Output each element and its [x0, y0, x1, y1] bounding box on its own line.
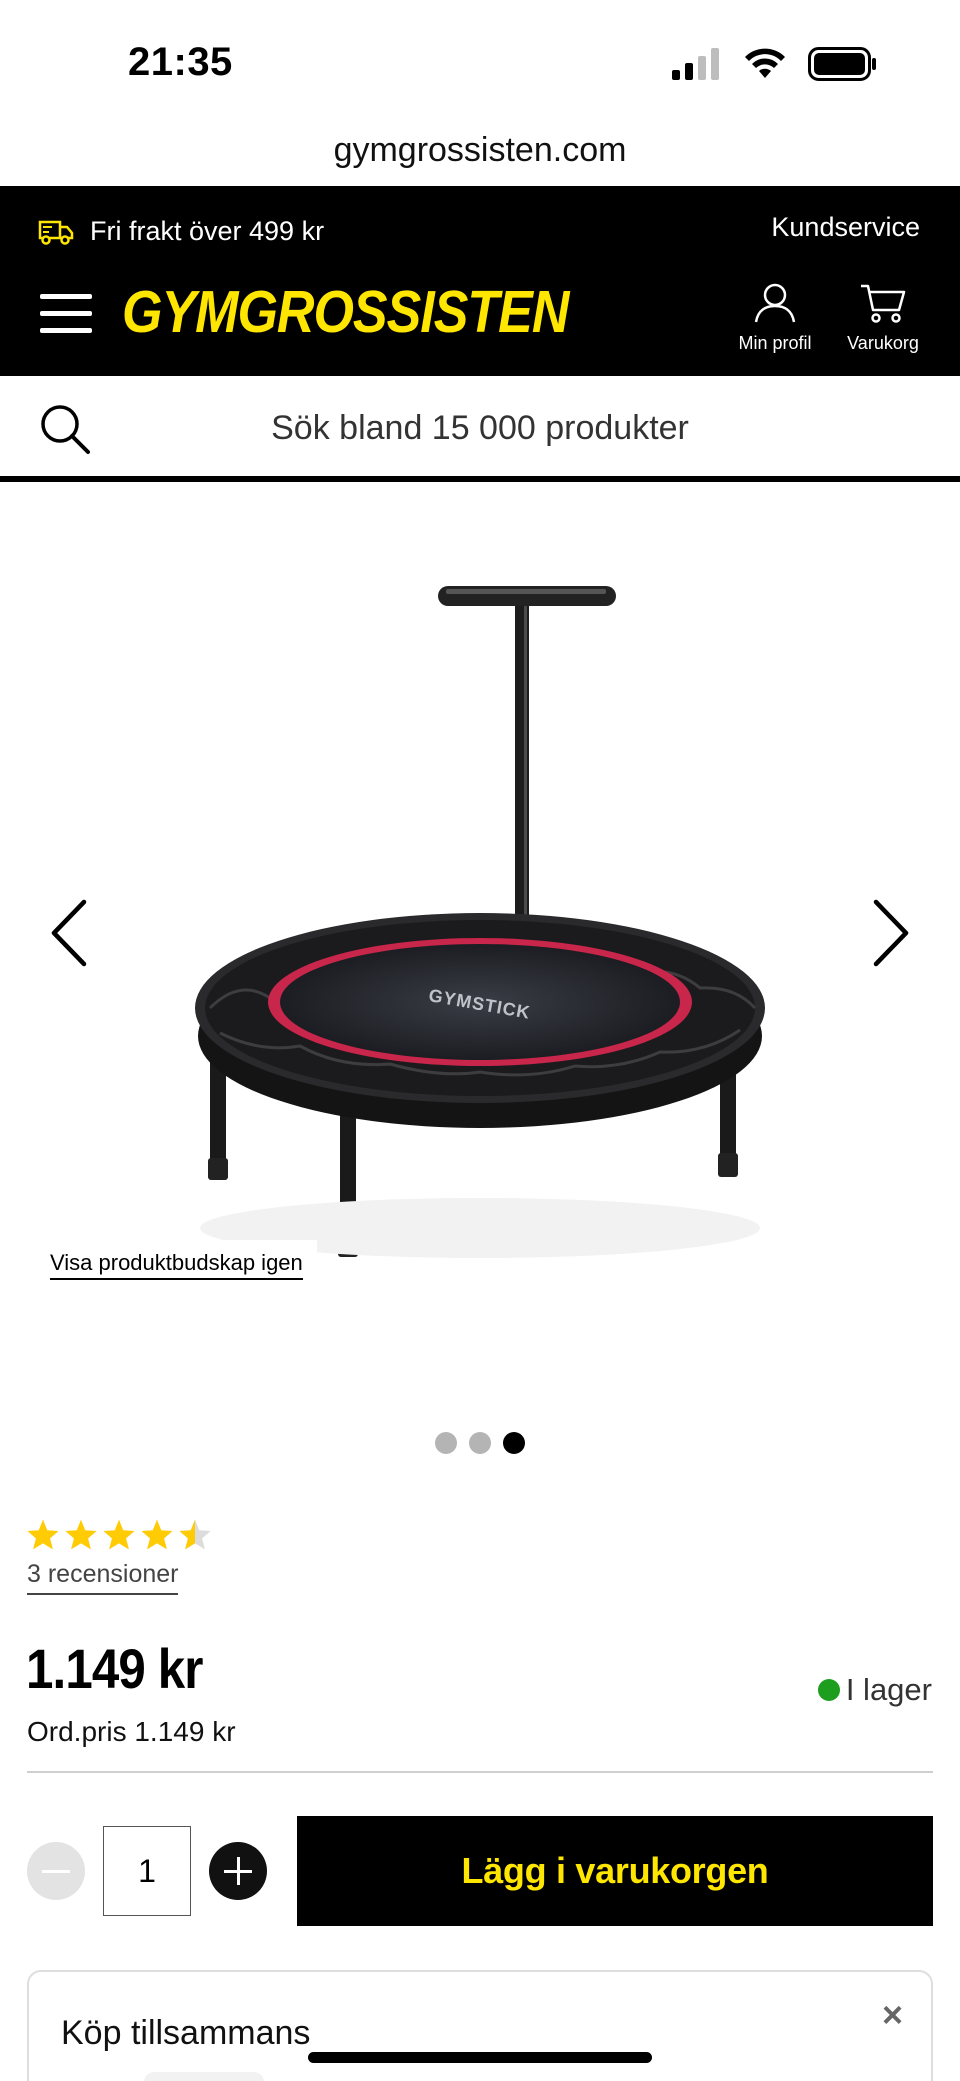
wifi-icon [745, 48, 785, 78]
shopping-cart-icon [861, 284, 906, 323]
reviews-link[interactable]: 3 recensioner [27, 1560, 179, 1595]
url-text: gymgrossisten.com [333, 131, 627, 169]
add-to-cart-button[interactable]: Lägg i varukorgen [297, 1816, 933, 1926]
menu-icon[interactable] [40, 294, 92, 334]
star-icon [27, 1519, 59, 1550]
status-time: 21:35 [128, 40, 233, 84]
quantity-increase-button[interactable] [209, 1842, 267, 1900]
signal-icon [672, 48, 719, 80]
status-bar: 21:35 [0, 0, 960, 120]
product-gallery: GYMSTICK Visa produktbudskap igen [0, 488, 960, 1454]
delivery-truck-icon [38, 220, 74, 245]
customer-service-link[interactable]: Kundservice [771, 212, 920, 243]
user-icon [754, 283, 796, 323]
quantity-decrease-button[interactable] [27, 1842, 85, 1900]
buy-together-panel: Köp tillsammans × [27, 1970, 933, 2081]
stock-status-text: I lager [845, 1672, 932, 1707]
star-icon [103, 1519, 135, 1550]
cart-button[interactable]: Varukorg [838, 282, 928, 354]
in-stock-indicator [817, 1679, 840, 1701]
product-image-trampoline: GYMSTICK [195, 586, 765, 1258]
stock-status: I lager [817, 1672, 932, 1708]
free-shipping-text: Fri frakt över 499 kr [90, 216, 325, 246]
close-icon[interactable]: × [882, 1994, 903, 2036]
show-product-message-link[interactable]: Visa produktbudskap igen [36, 1240, 317, 1288]
home-indicator [308, 2052, 652, 2063]
quantity-input[interactable] [103, 1826, 191, 1916]
gallery-pagination [0, 1432, 960, 1454]
gallery-dot-1[interactable] [435, 1432, 457, 1454]
cart-label: Varukorg [847, 333, 919, 353]
star-icon [65, 1519, 97, 1550]
search-bar [0, 376, 960, 482]
buy-together-title: Köp tillsammans [61, 2014, 311, 2052]
previous-image-arrow-icon[interactable] [40, 888, 100, 978]
search-icon[interactable] [38, 402, 92, 456]
free-shipping-banner: Fri frakt över 499 kr [38, 216, 324, 247]
address-bar[interactable]: gymgrossisten.com [0, 120, 960, 186]
site-header: Fri frakt över 499 kr Kundservice GYMGRO… [0, 186, 960, 376]
bundle-item-placeholder [144, 2072, 264, 2081]
status-icons [672, 46, 878, 82]
gallery-dot-2[interactable] [469, 1432, 491, 1454]
star-icon [141, 1519, 173, 1550]
show-product-message-text: Visa produktbudskap igen [50, 1250, 303, 1280]
divider [27, 1771, 933, 1773]
regular-price: Ord.pris 1.149 kr [27, 1716, 236, 1747]
battery-icon [808, 47, 876, 81]
half-star-icon [179, 1519, 211, 1550]
star-rating [26, 1518, 212, 1551]
gallery-dot-3[interactable] [503, 1432, 525, 1454]
next-image-arrow-icon[interactable] [860, 888, 920, 978]
profile-label: Min profil [738, 333, 812, 353]
search-input[interactable] [110, 400, 850, 456]
site-logo[interactable]: GYMGROSSISTEN [122, 278, 569, 347]
profile-button[interactable]: Min profil [730, 282, 820, 354]
product-price: 1.149 kr [26, 1637, 203, 1700]
